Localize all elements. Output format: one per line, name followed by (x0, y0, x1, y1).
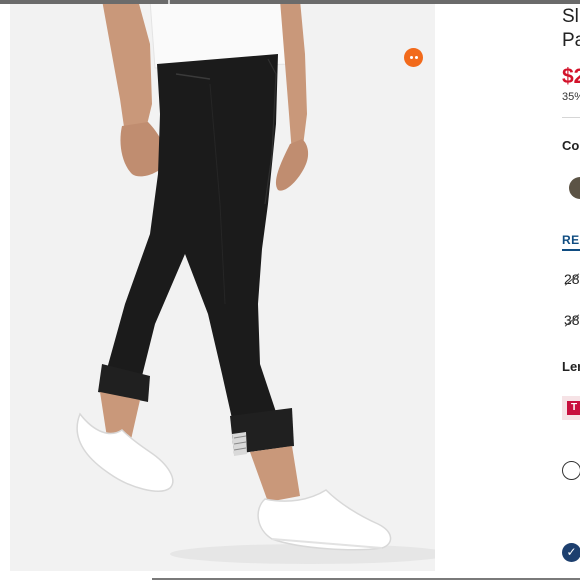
color-swatch[interactable] (569, 177, 580, 199)
discount-text: 35% (562, 91, 580, 103)
dots-icon (409, 56, 413, 59)
length-option-tall[interactable]: T (562, 396, 580, 420)
product-price: $2 (562, 65, 580, 88)
checkmark-icon[interactable]: ✓ (562, 543, 580, 562)
product-title-line-2: Pa (562, 30, 580, 51)
color-label: Co (562, 138, 580, 153)
tall-badge-icon: T (567, 401, 580, 415)
length-label: Len (562, 359, 580, 374)
product-title: Sl Pa (562, 5, 580, 53)
option-radio-unselected[interactable] (562, 461, 580, 480)
product-image[interactable] (10, 4, 435, 571)
tab-regular-size[interactable]: REG (562, 233, 580, 251)
product-photo-illustration (10, 4, 435, 571)
image-zoom-button[interactable] (404, 48, 423, 67)
product-details-panel: Sl Pa $2 35% Co REG 28 38 Len T ✓ (555, 0, 580, 580)
divider (562, 117, 580, 118)
size-option-unavailable[interactable]: 28 (564, 271, 580, 287)
product-title-line-1: Sl (562, 6, 579, 27)
size-option-unavailable[interactable]: 38 (564, 312, 580, 328)
